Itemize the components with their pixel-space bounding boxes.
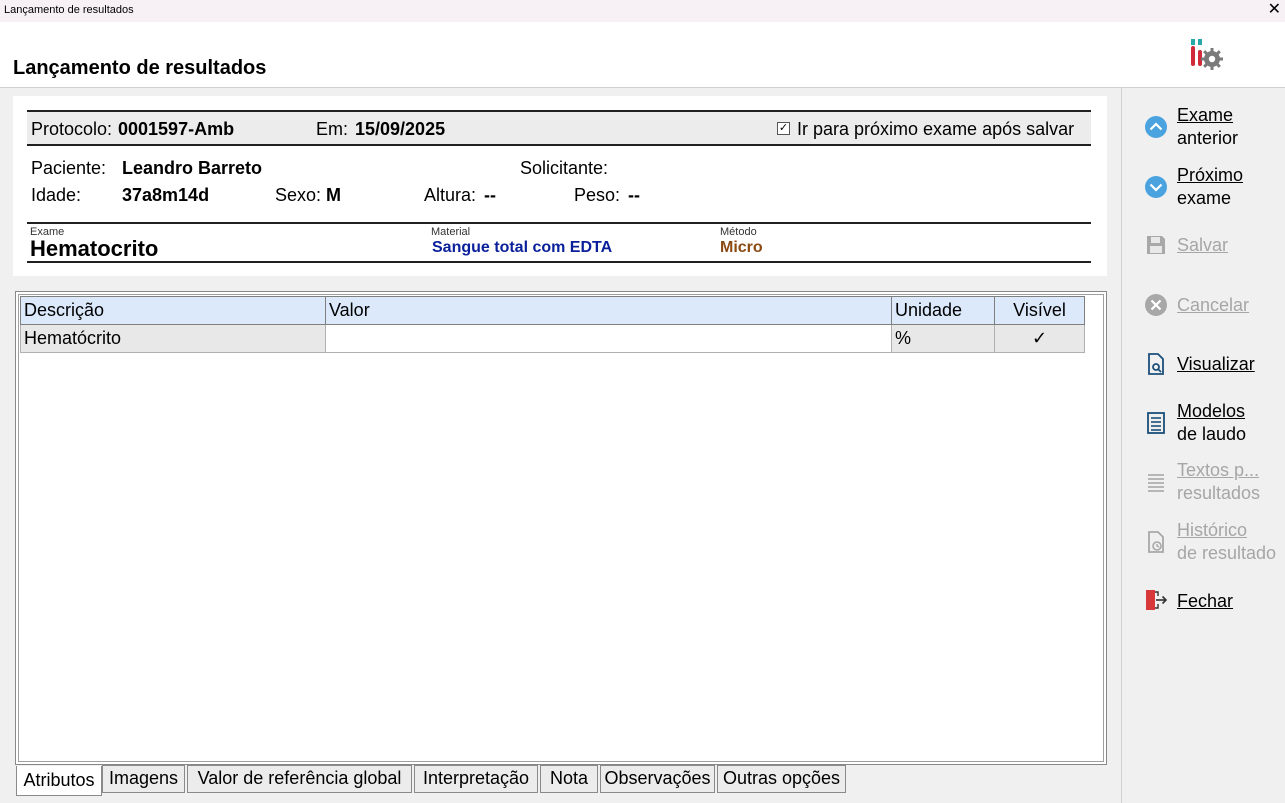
tab-interpretacao[interactable]: Interpretação	[414, 765, 538, 793]
exit-door-icon	[1146, 590, 1168, 610]
sex-value: M	[326, 185, 341, 205]
age-label: Idade:	[31, 185, 82, 205]
next-exam-checkbox-label[interactable]: Ir para próximo exame após salvar	[797, 119, 1074, 140]
chevron-down-circle-icon	[1145, 176, 1167, 198]
result-texts-button[interactable]: Textos p... resultados	[1122, 459, 1285, 507]
result-history-label-2: de resultado	[1177, 543, 1277, 563]
col-header-visivel[interactable]: Visível	[994, 296, 1085, 325]
cell-visivel-check[interactable]: ✓	[994, 324, 1085, 353]
material-value: Sangue total com EDTA	[432, 239, 613, 256]
prev-exam-button[interactable]: Exame anterior	[1122, 104, 1285, 152]
result-texts-label-text: Textos p...	[1177, 460, 1260, 480]
tab-outras-opcoes[interactable]: Outras opções	[717, 765, 846, 793]
tab-imagens[interactable]: Imagens	[102, 765, 185, 793]
cancel-label: Cancelar	[1177, 295, 1250, 315]
action-sidebar: Exame anterior Próximo exame Salvar Canc…	[1121, 88, 1285, 803]
results-grid: Descrição Valor Unidade Visível Hematócr…	[18, 294, 1104, 762]
tab-atributos[interactable]: Atributos	[16, 766, 102, 796]
result-history-button[interactable]: Histórico de resultado	[1122, 519, 1285, 567]
page-header: Lançamento de resultados	[0, 22, 1285, 88]
protocol-label: Protocolo:	[31, 119, 113, 139]
chevron-up-circle-icon	[1145, 116, 1167, 138]
tab-valor-referencia-global[interactable]: Valor de referência global	[187, 765, 412, 793]
next-exam-checkbox[interactable]: ✓	[777, 122, 790, 135]
patient-label: Paciente:	[31, 158, 107, 178]
cell-descricao[interactable]: Hematócrito	[20, 324, 326, 353]
date-label: Em:	[316, 119, 349, 139]
report-models-label-2: de laudo	[1177, 424, 1247, 444]
close-button[interactable]: Fechar	[1122, 588, 1285, 616]
sex-label: Sexo:	[275, 185, 322, 205]
exam-bar: Exame Hematocrito Material Sangue total …	[27, 222, 1091, 263]
report-template-icon	[1147, 412, 1165, 434]
cancel-button[interactable]: Cancelar	[1122, 292, 1285, 320]
cell-unidade[interactable]: %	[891, 324, 995, 353]
result-history-label-1: Histórico	[1177, 519, 1247, 542]
text-lines-icon	[1148, 474, 1164, 492]
close-label: Fechar	[1177, 591, 1234, 611]
col-header-valor[interactable]: Valor	[325, 296, 892, 325]
table-row[interactable]: Hematócrito % ✓	[20, 324, 1085, 353]
tab-observacoes[interactable]: Observações	[600, 765, 715, 793]
view-button[interactable]: Visualizar	[1122, 351, 1285, 379]
view-label: Visualizar	[1177, 354, 1255, 374]
weight-value: --	[628, 185, 640, 205]
col-header-unidade[interactable]: Unidade	[891, 296, 995, 325]
age-value: 37a8m14d	[122, 185, 210, 205]
next-exam-label-2: exame	[1177, 188, 1232, 208]
lab-tubes-gear-icon	[1191, 39, 1223, 70]
report-models-button[interactable]: Modelos de laudo	[1122, 400, 1285, 448]
exam-info-panel: Protocolo: 0001597-Amb Em: 15/09/2025 ✓ …	[13, 96, 1107, 276]
next-exam-label-text: Próximo	[1177, 165, 1244, 185]
save-label: Salvar	[1177, 235, 1229, 255]
method-label: Método	[720, 226, 757, 238]
exam-name: Hematocrito	[30, 236, 159, 261]
window-titlebar: Lançamento de resultados ✕	[0, 0, 1285, 22]
protocol-value: 0001597-Amb	[118, 119, 235, 139]
result-texts-label-2: resultados	[1177, 483, 1261, 503]
prev-exam-label-text: Exame	[1177, 105, 1234, 125]
cell-valor-input[interactable]	[325, 324, 892, 353]
results-grid-area: Descrição Valor Unidade Visível Hematócr…	[15, 291, 1107, 765]
col-header-descricao[interactable]: Descrição	[20, 296, 326, 325]
next-exam-label-1: Próximo	[1177, 164, 1243, 187]
date-value: 15/09/2025	[355, 119, 446, 139]
window-title: Lançamento de resultados	[4, 4, 134, 16]
table-header-row: Descrição Valor Unidade Visível	[20, 296, 1085, 325]
patient-name: Leandro Barreto	[122, 158, 263, 178]
material-label: Material	[431, 226, 471, 238]
height-value: --	[484, 185, 496, 205]
tab-nota[interactable]: Nota	[540, 765, 598, 793]
height-label: Altura:	[424, 185, 477, 205]
requester-label: Solicitante:	[520, 158, 609, 178]
document-view-icon	[1148, 353, 1164, 375]
results-table: Descrição Valor Unidade Visível Hematócr…	[20, 296, 1085, 353]
report-models-label-1: Modelos	[1177, 400, 1245, 423]
report-models-label-text: Modelos	[1177, 401, 1246, 421]
method-value: Micro	[720, 239, 763, 256]
prev-exam-label-1: Exame	[1177, 104, 1233, 127]
document-history-icon	[1148, 531, 1164, 553]
result-texts-label-1: Textos p...	[1177, 459, 1259, 482]
result-history-label-text: Histórico	[1177, 520, 1248, 540]
save-icon	[1147, 236, 1165, 254]
page-title: Lançamento de resultados	[13, 57, 267, 79]
window-close-icon[interactable]: ✕	[1268, 0, 1281, 20]
prev-exam-label-2: anterior	[1177, 128, 1239, 148]
next-exam-button[interactable]: Próximo exame	[1122, 164, 1285, 212]
cancel-icon	[1145, 294, 1167, 316]
save-button[interactable]: Salvar	[1122, 232, 1285, 260]
weight-label: Peso:	[574, 185, 621, 205]
protocol-bar: Protocolo: 0001597-Amb Em: 15/09/2025 ✓ …	[27, 110, 1091, 146]
